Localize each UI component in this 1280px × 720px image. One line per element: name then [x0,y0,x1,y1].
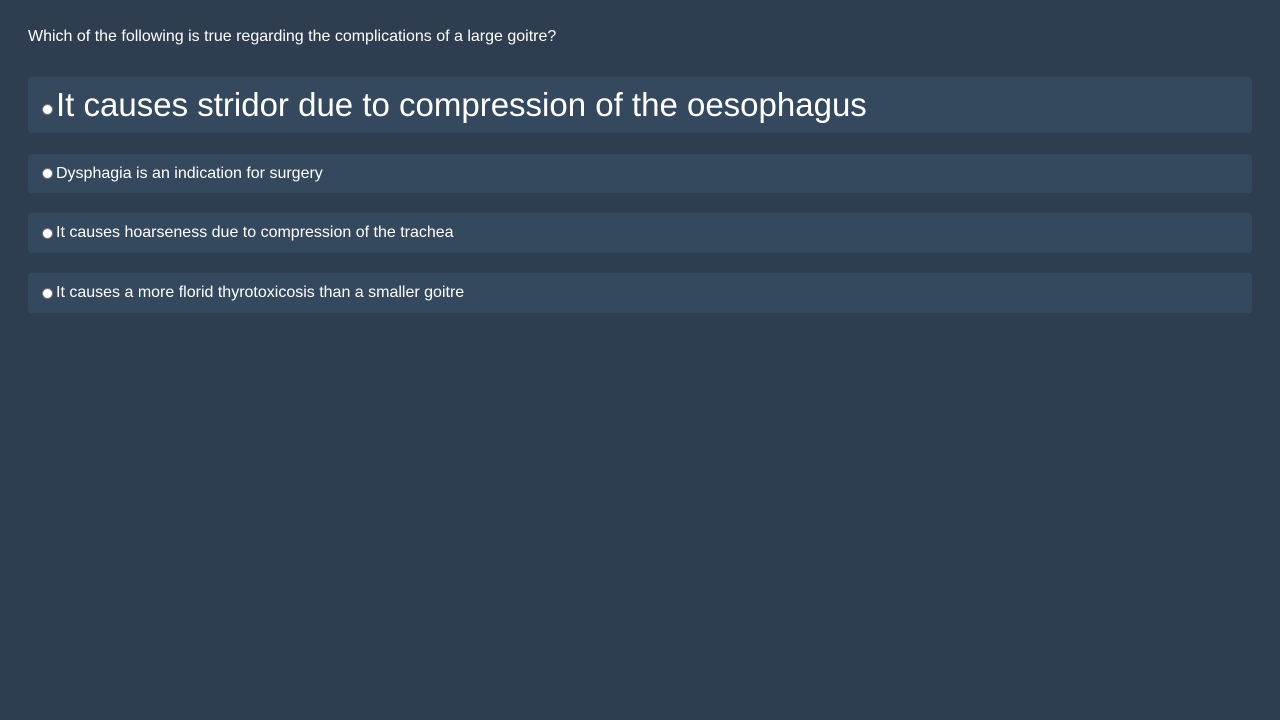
radio-button[interactable] [42,227,53,239]
answer-option-label: It causes hoarseness due to compression … [56,224,454,241]
answer-option-2[interactable]: Dysphagia is an indication for surgery [28,154,1252,193]
radio-button[interactable] [42,168,53,179]
radio-button[interactable] [42,104,53,115]
answer-option-4[interactable]: It causes a more florid thyrotoxicosis t… [28,273,1252,313]
answer-option-label: It causes a more florid thyrotoxicosis t… [56,284,465,301]
answer-option-label: Dysphagia is an indication for surgery [56,164,323,182]
answer-option-label: It causes stridor due to compression of … [56,86,867,123]
radio-button[interactable] [42,287,53,299]
answer-option-3[interactable]: It causes hoarseness due to compression … [28,213,1252,253]
answer-option-1[interactable]: It causes stridor due to compression of … [28,77,1252,133]
question-text: Which of the following is true regarding… [28,28,557,45]
